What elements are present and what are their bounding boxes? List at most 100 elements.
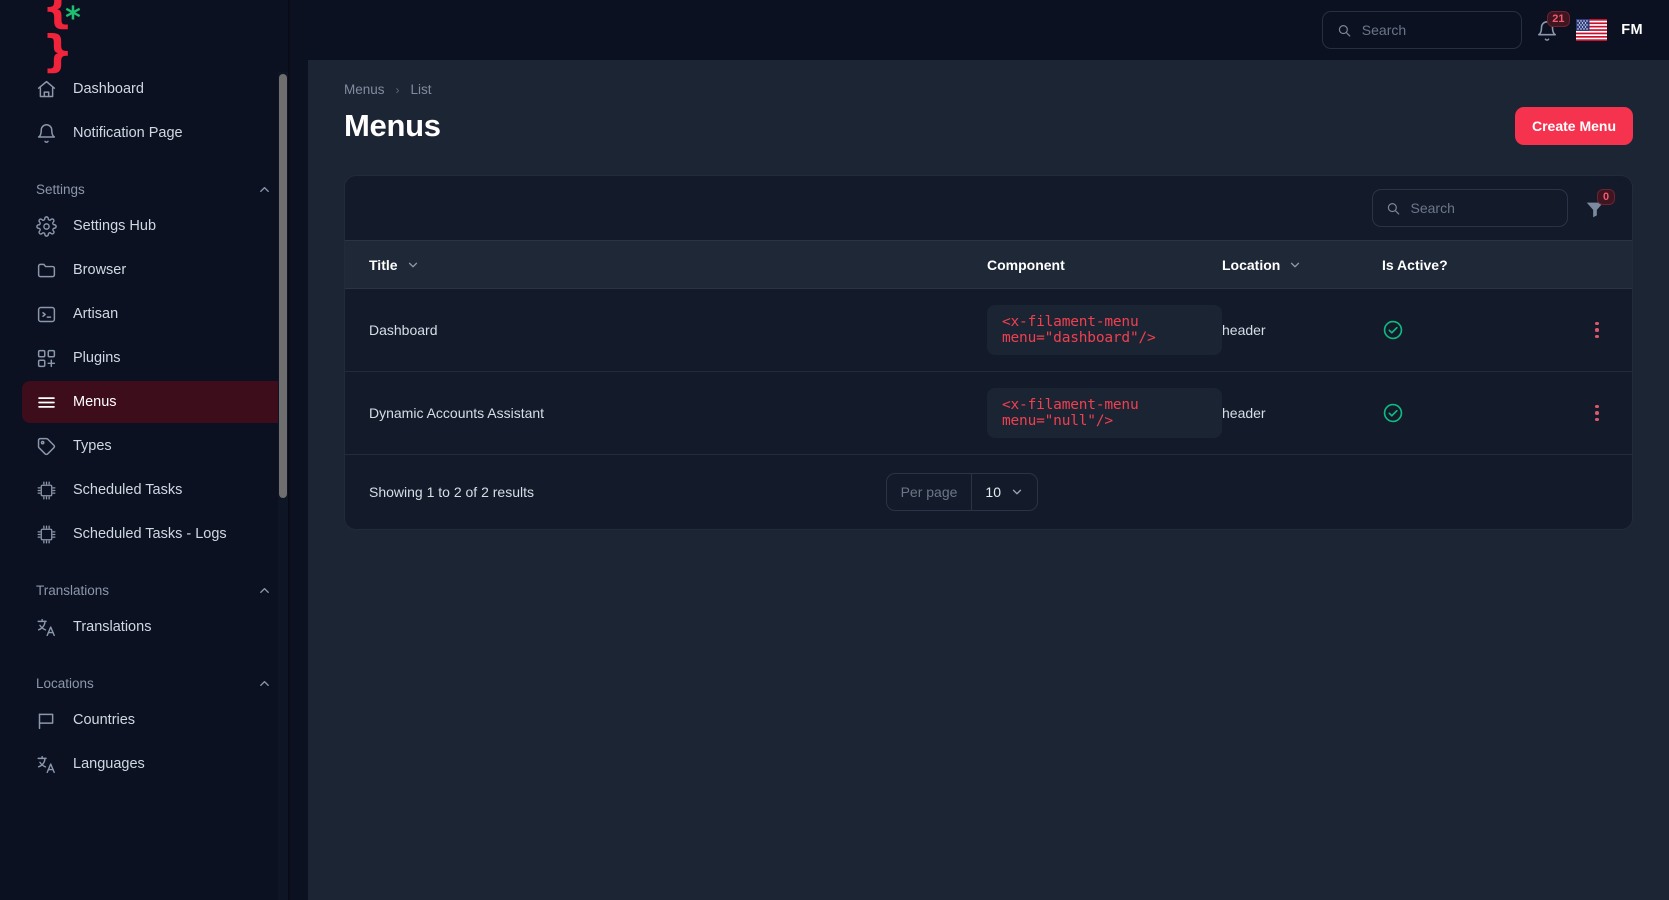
sidebar-item-scheduled-tasks-logs[interactable]: Scheduled Tasks - Logs [22,513,286,555]
plugins-icon [37,349,56,367]
sidebar-item-types[interactable]: Types [22,425,286,467]
chevron-down-icon [408,262,417,267]
sidebar-item-label: Languages [73,756,145,772]
column-header-actions [1562,240,1632,289]
tag-icon [37,437,56,455]
menus-table-panel: 0 Title [344,175,1633,530]
sidebar-item-countries[interactable]: Countries [22,699,286,741]
menu-lines-icon [38,396,55,408]
sidebar-item-label: Types [73,438,112,454]
column-header-is-active: Is Active? [1382,240,1562,289]
cell-location: header [1222,371,1382,455]
global-search[interactable] [1322,11,1523,49]
per-page-value: 10 [985,484,1001,500]
chevron-up-icon [260,588,269,593]
cell-location: header [1222,288,1382,372]
sidebar: { } * Dashboard Notification Page Settin… [0,0,308,900]
sidebar-item-languages[interactable]: Languages [22,743,286,785]
menus-table: Title Component Location Is Active? Dash… [345,240,1632,455]
page-content: Menus › List Menus Create Menu 0 [308,60,1669,900]
flag-icon [38,713,54,729]
component-code-badge: <x-filament-menu menu="null"/> [987,388,1222,438]
breadcrumb-root[interactable]: Menus [344,82,385,97]
home-icon [37,80,56,97]
chip-icon [37,525,56,543]
sidebar-item-menus[interactable]: Menus [22,381,286,423]
sidebar-item-settings-hub[interactable]: Settings Hub [22,205,286,247]
sidebar-item-label: Notification Page [73,125,183,141]
create-menu-button[interactable]: Create Menu [1514,107,1633,145]
column-label: Component [987,256,1065,273]
sidebar-group-label: Locations [36,676,94,691]
sidebar-item-label: Artisan [73,306,119,322]
logo[interactable]: { } * [0,0,308,74]
per-page-control[interactable]: Per page 10 [885,473,1038,511]
sidebar-group-locations[interactable]: Locations [22,676,286,691]
table-header-row: Title Component Location Is Active? [345,240,1632,289]
cell-component: <x-filament-menu menu="dashboard"/> [675,288,1222,372]
column-label: Title [369,256,398,273]
notifications-button[interactable]: 21 [1536,11,1570,45]
table-search[interactable] [1372,189,1568,227]
sidebar-item-notification-page[interactable]: Notification Page [22,112,286,154]
row-actions-button[interactable] [1562,321,1632,339]
chevron-up-icon [260,681,269,686]
chevron-down-icon [1291,262,1300,267]
breadcrumb-separator-icon: › [395,82,400,97]
results-summary: Showing 1 to 2 of 2 results [369,484,534,500]
us-flag-icon[interactable] [1576,19,1608,41]
sidebar-item-label: Scheduled Tasks [73,482,183,498]
sidebar-scrollbar-thumb[interactable] [279,74,287,498]
check-circle-icon [1383,403,1403,423]
table-row[interactable]: Dynamic Accounts Assistant <x-filament-m… [345,371,1632,455]
sidebar-group-settings[interactable]: Settings [22,182,286,197]
sidebar-group-label: Settings [36,182,85,197]
sidebar-item-label: Settings Hub [73,218,157,234]
chevron-up-icon [260,187,269,192]
language-icon [37,618,55,636]
cell-actions [1562,371,1632,455]
component-code-badge: <x-filament-menu menu="dashboard"/> [987,305,1222,355]
sidebar-group-translations[interactable]: Translations [22,583,286,598]
column-label: Location [1222,256,1281,273]
table-search-input[interactable] [1410,200,1554,216]
sidebar-item-scheduled-tasks[interactable]: Scheduled Tasks [22,469,286,511]
sidebar-item-plugins[interactable]: Plugins [22,337,286,379]
user-avatar-initials[interactable]: FM [1621,22,1643,38]
page-title: Menus [344,108,441,143]
language-icon [37,755,55,773]
cell-is-active [1382,371,1562,455]
per-page-select[interactable]: 10 [972,474,1037,510]
logo-star-icon: * [65,1,81,36]
sidebar-divider [288,0,290,900]
sidebar-item-browser[interactable]: Browser [22,249,286,291]
table-body: Dashboard <x-filament-menu menu="dashboa… [345,288,1632,455]
cell-title: Dynamic Accounts Assistant [345,371,675,455]
sidebar-item-artisan[interactable]: Artisan [22,293,286,335]
sidebar-item-translations[interactable]: Translations [22,606,286,648]
folder-icon [37,263,56,277]
topbar: 21 [308,0,1669,60]
row-actions-button[interactable] [1562,404,1632,422]
search-input[interactable] [1361,22,1508,38]
terminal-icon [37,306,56,322]
cell-actions [1562,288,1632,372]
sidebar-item-label: Dashboard [73,81,144,97]
table-row[interactable]: Dashboard <x-filament-menu menu="dashboa… [345,288,1632,372]
table-filter-button[interactable]: 0 [1584,189,1616,223]
bell-icon [37,123,56,143]
sidebar-item-label: Countries [73,712,136,728]
check-circle-icon [1383,320,1403,340]
table-footer: Showing 1 to 2 of 2 results Per page 10 [345,455,1632,529]
sidebar-item-dashboard[interactable]: Dashboard [22,68,286,110]
sidebar-item-label: Translations [73,619,152,635]
column-label: Is Active? [1382,256,1448,273]
chip-icon [37,481,56,499]
column-header-location[interactable]: Location [1222,240,1382,289]
column-header-title[interactable]: Title [345,240,675,289]
chevron-down-icon [1012,489,1022,495]
breadcrumb: Menus › List [344,82,1633,97]
sidebar-item-label: Browser [73,262,127,278]
filter-count-badge: 0 [1597,189,1616,206]
search-icon [1339,24,1351,37]
